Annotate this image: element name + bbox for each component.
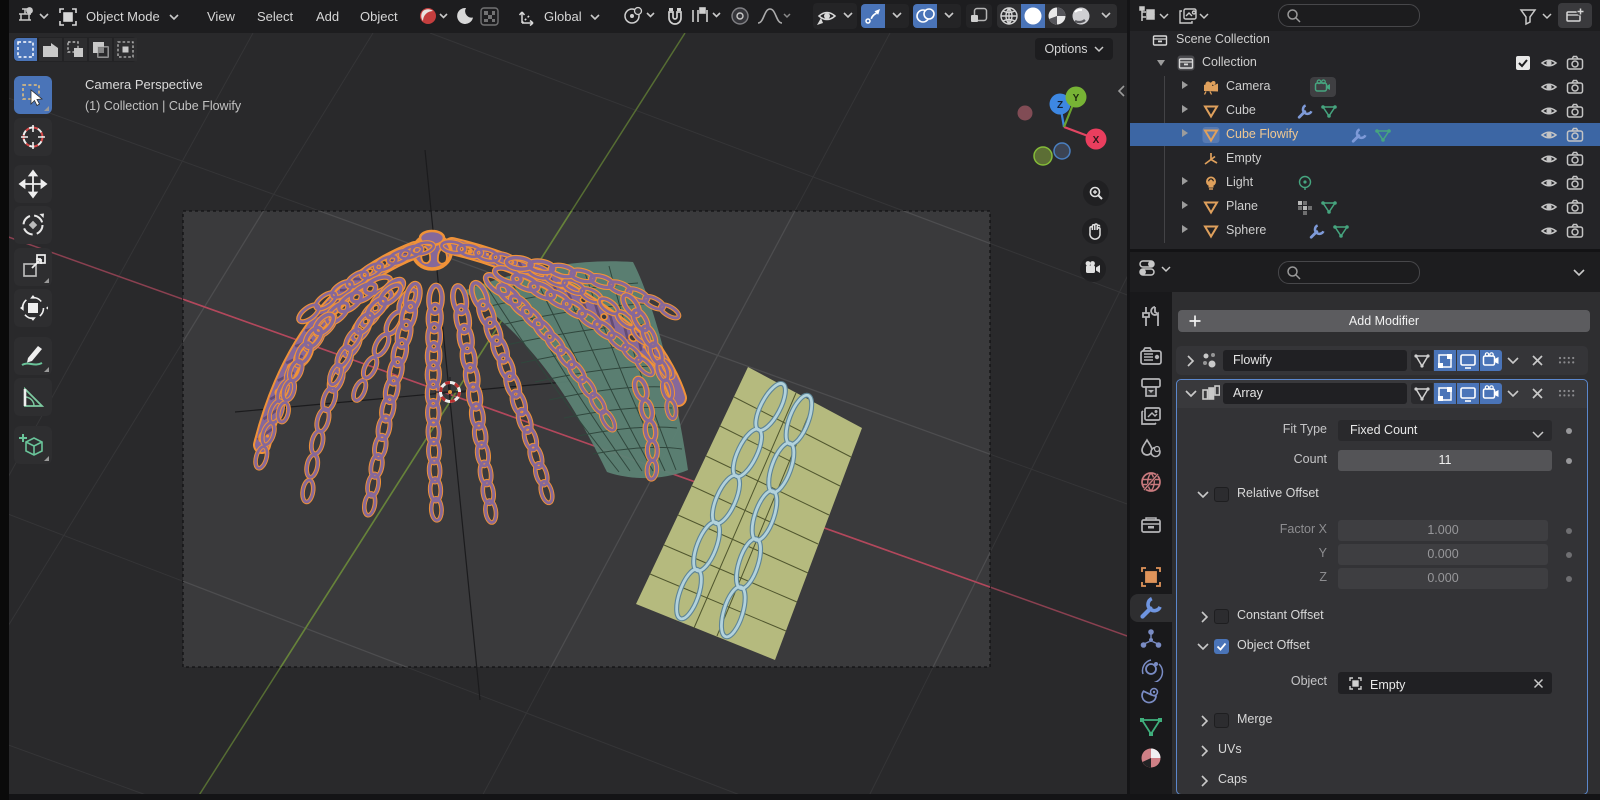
svg-text:X: X: [1093, 135, 1100, 146]
svg-text:Y: Y: [1073, 93, 1080, 104]
svg-text:Z: Z: [1057, 100, 1063, 111]
